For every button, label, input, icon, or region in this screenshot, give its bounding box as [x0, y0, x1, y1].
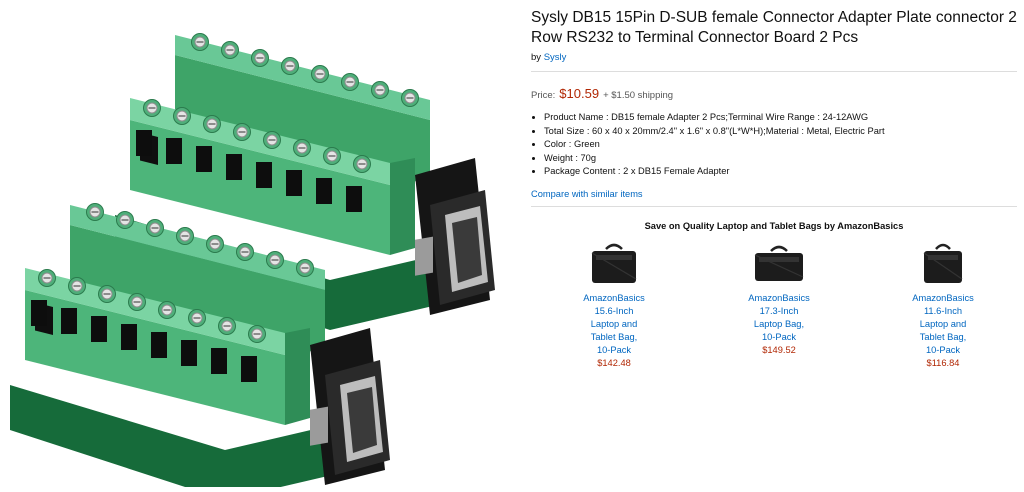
pin-label: 1 — [348, 255, 354, 266]
pin-label: 8 — [138, 199, 144, 210]
feature-bullet: Package Content : 2 x DB15 Female Adapte… — [544, 165, 1017, 179]
price-label: Price: — [531, 90, 556, 101]
pin-label: 2 — [318, 247, 324, 258]
pin-label: 6 — [93, 385, 99, 396]
laptop-bag-icon[interactable] — [749, 239, 809, 289]
byline: by Sysly — [531, 52, 1017, 63]
by-prefix: by — [531, 52, 542, 63]
feature-bullet: Total Size : 60 x 40 x 20mm/2.4" x 1.6" … — [544, 125, 1017, 139]
pin-label: 2 — [213, 417, 219, 428]
price-value: $10.59 — [559, 86, 600, 101]
ad-item-price: $149.52 — [762, 344, 796, 355]
pin-label: 7 — [63, 377, 69, 388]
product-title: Sysly DB15 15Pin D-SUB female Connector … — [531, 9, 1017, 46]
ad-item-name[interactable]: AmazonBasics 17.3-Inch Laptop Bag, 10-Pa… — [734, 292, 824, 344]
ad-item-name[interactable]: AmazonBasics 11.6-Inch Laptop and Tablet… — [898, 292, 988, 357]
connector-board-illustration: 8 7 6 5 4 3 2 1 8 7 6 5 4 3 2 1 — [10, 32, 495, 492]
pin-label: 3 — [288, 239, 294, 250]
price-row: Price: $10.59 + $1.50 shipping — [531, 86, 1017, 101]
feature-bullet: Weight : 70g — [544, 152, 1017, 166]
ad-heading: Save on Quality Laptop and Tablet Bags b… — [644, 220, 904, 231]
ad-item-price: $142.48 — [597, 357, 631, 368]
divider — [531, 71, 1017, 72]
pin-label: 4 — [153, 401, 159, 412]
divider — [531, 205, 1017, 207]
feature-bullet: Color : Green — [544, 138, 1017, 152]
compare-similar-link[interactable]: Compare with similar items — [531, 189, 643, 199]
ad-item[interactable]: AmazonBasics 17.3-Inch Laptop Bag, 10-Pa… — [734, 239, 824, 357]
ad-item[interactable]: AmazonBasics 15.6-Inch Laptop and Tablet… — [569, 239, 659, 370]
ad-item[interactable]: AmazonBasics 11.6-Inch Laptop and Tablet… — [898, 239, 988, 370]
laptop-bag-icon[interactable] — [913, 239, 973, 289]
pin-label: 6 — [198, 215, 204, 226]
ad-carousel: AmazonBasics 15.6-Inch Laptop and Tablet… — [531, 239, 1017, 379]
pin-label: 1 — [243, 425, 249, 436]
feature-bullet: Product Name : DB15 female Adapter 2 Pcs… — [544, 111, 1017, 125]
product-image[interactable]: 8 7 6 5 4 3 2 1 8 7 6 5 4 3 2 1 — [0, 0, 520, 492]
pin-label: 8 — [33, 369, 39, 380]
compare-section: Compare with similar items — [531, 189, 1017, 199]
shipping-cost: + $1.50 shipping — [603, 90, 674, 101]
ad-item-name[interactable]: AmazonBasics 15.6-Inch Laptop and Tablet… — [569, 292, 659, 357]
pin-label: 5 — [228, 223, 234, 234]
product-details: Sysly DB15 15Pin D-SUB female Connector … — [531, 8, 1017, 379]
brand-link[interactable]: Sysly — [544, 52, 567, 63]
feature-bullets: Product Name : DB15 female Adapter 2 Pcs… — [531, 111, 1017, 179]
pin-label: 3 — [183, 409, 189, 420]
ad-item-price: $116.84 — [926, 357, 960, 368]
pin-label: 4 — [258, 231, 264, 242]
pin-label: 5 — [123, 393, 129, 404]
laptop-bag-icon[interactable] — [584, 239, 644, 289]
pin-label: 7 — [168, 207, 174, 218]
